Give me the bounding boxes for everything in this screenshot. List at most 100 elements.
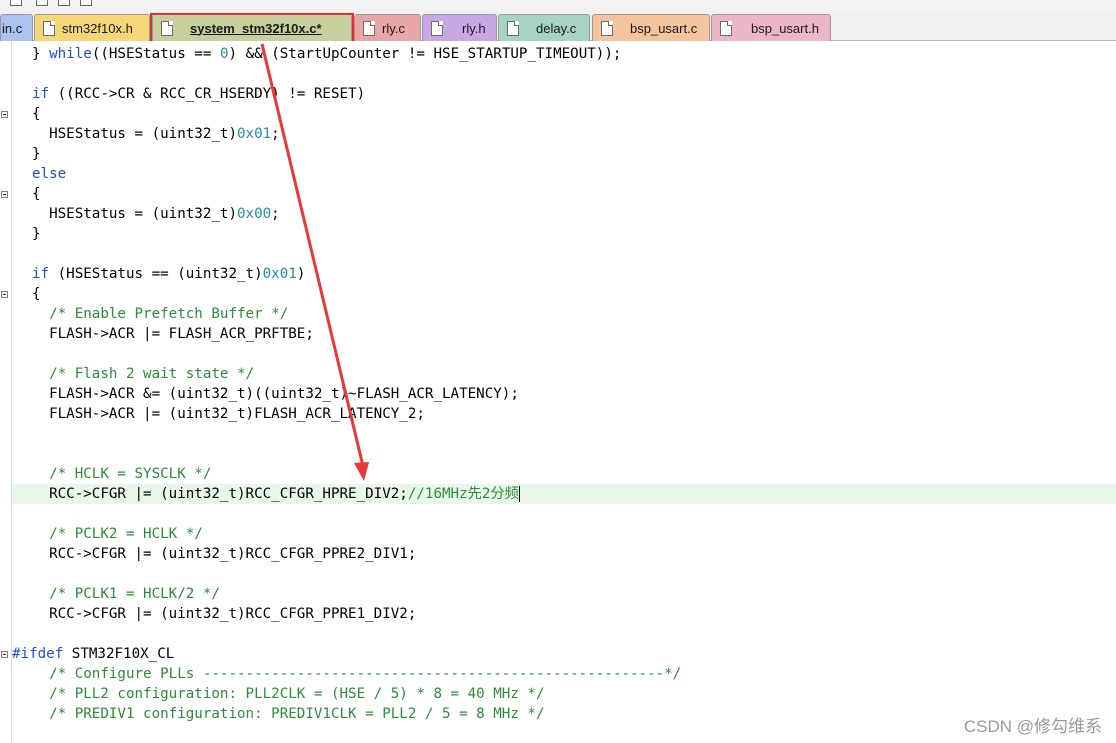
file-icon [431,20,443,36]
code-line[interactable]: /* Configure PLLs ----------------------… [12,664,1116,684]
toolbar-image-icon[interactable] [80,0,92,6]
code-token: FLASH->ACR |= FLASH_ACR_PRFTBE; [32,326,314,342]
code-line[interactable]: HSEStatus = (uint32_t)0x01; [12,124,1116,144]
code-line[interactable] [12,64,1116,84]
comment-token: /* PCLK2 = HCLK */ [49,526,203,542]
tab-bsp-usart-h[interactable]: bsp_usart.h [711,14,831,41]
code-token: { [32,186,41,202]
code-line[interactable]: RCC->CFGR |= (uint32_t)RCC_CFGR_PPRE2_DI… [12,544,1116,564]
toolbar-download-icon[interactable] [36,0,48,6]
code-line[interactable]: #ifdef STM32F10X_CL [12,644,1116,664]
file-icon [43,20,55,36]
code-line[interactable]: FLASH->ACR |= (uint32_t)FLASH_ACR_LATENC… [12,404,1116,424]
toolbar-tool-icon[interactable] [58,0,70,6]
number-token: 0x01 [237,126,272,142]
fold-toggle[interactable] [1,111,8,118]
code-token: RCC->CFGR |= (uint32_t)RCC_CFGR_PPRE2_DI… [32,546,417,562]
code-line[interactable]: FLASH->ACR &= (uint32_t)((uint32_t)~FLAS… [12,384,1116,404]
fold-toggle[interactable] [1,191,8,198]
code-token: ) [296,266,306,282]
code-token: (HSEStatus == (uint32_t) [49,266,263,282]
code-line[interactable]: /* PCLK2 = HCLK */ [12,524,1116,544]
tab-rly-c[interactable]: rly.c [354,14,421,41]
text-caret [518,486,520,502]
code-token: ((RCC->CR & RCC_CR_HSERDY) != RESET) [49,86,366,102]
fold-toggle[interactable] [1,651,8,658]
code-line[interactable]: if ((RCC->CR & RCC_CR_HSERDY) != RESET) [12,84,1116,104]
code-token: } [32,146,41,162]
code-line[interactable]: /* Enable Prefetch Buffer */ [12,304,1116,324]
code-editor[interactable]: } while((HSEStatus == 0) && (StartUpCoun… [0,41,1116,743]
file-icon [161,20,173,36]
keyword-token: while [49,46,92,62]
comment-token: /* HCLK = SYSCLK */ [49,466,212,482]
keyword-token: if [32,86,50,102]
code-line[interactable]: } [12,144,1116,164]
code-line[interactable] [12,624,1116,644]
tab-delay-c[interactable]: delay.c [498,14,590,41]
tab-bar: in.c stm32f10x.h system_stm32f10x.c* rly… [0,11,1116,41]
code-line[interactable]: /* PCLK1 = HCLK/2 */ [12,584,1116,604]
toolbar-icon[interactable] [10,0,22,6]
code-token: { [32,286,41,302]
file-icon [601,20,613,36]
code-line[interactable]: } while((HSEStatus == 0) && (StartUpCoun… [12,44,1116,64]
code-line[interactable] [12,444,1116,464]
comment-token: /* Enable Prefetch Buffer */ [49,306,289,322]
fold-toggle[interactable] [1,291,8,298]
code-line[interactable] [12,504,1116,524]
code-line[interactable]: /* PLL2 configuration: PLL2CLK = (HSE / … [12,684,1116,704]
code-token: { [32,106,41,122]
code-line[interactable]: } [12,224,1116,244]
code-line[interactable]: { [12,184,1116,204]
code-line[interactable]: HSEStatus = (uint32_t)0x00; [12,204,1116,224]
fold-gutter [0,41,12,743]
keyword-token: if [32,266,50,282]
tab-stm32f10x-h[interactable]: stm32f10x.h [34,14,150,41]
code-line[interactable]: /* HCLK = SYSCLK */ [12,464,1116,484]
code-line[interactable]: else [12,164,1116,184]
toolbar [0,0,1116,11]
code-line[interactable]: { [12,104,1116,124]
tab-system-stm32f10x-c[interactable]: system_stm32f10x.c* [152,14,352,41]
comment-token: //16MHz先2分频 [407,486,519,502]
file-icon [507,20,519,36]
number-token: 0x01 [262,266,297,282]
tab-rly-h[interactable]: rly.h [422,14,497,41]
code-token: HSEStatus = (uint32_t) [32,126,237,142]
code-token: RCC->CFGR |= (uint32_t)RCC_CFGR_HPRE_DIV… [32,486,408,502]
code-line[interactable]: RCC->CFGR |= (uint32_t)RCC_CFGR_PPRE1_DI… [12,604,1116,624]
number-token: 0x00 [237,206,272,222]
tab-bsp-usart-c[interactable]: bsp_usart.c [592,14,710,41]
code-line[interactable]: RCC->CFGR |= (uint32_t)RCC_CFGR_HPRE_DIV… [12,484,1116,504]
tab-main-c[interactable]: in.c [0,14,33,41]
code-line[interactable]: { [12,284,1116,304]
comment-token: /* PLL2 configuration: PLL2CLK = (HSE / … [49,686,545,702]
comment-token: /* Configure PLLs ----------------------… [49,666,682,682]
code-line[interactable] [12,244,1116,264]
file-icon [720,20,732,36]
code-token: ; [271,126,280,142]
code-token: ) && (StartUpCounter != HSE_STARTUP_TIME… [228,46,622,62]
code-token: } [32,46,50,62]
code-line[interactable] [12,424,1116,444]
code-line[interactable]: /* PREDIV1 configuration: PREDIV1CLK = P… [12,704,1116,724]
code-token: } [32,226,41,242]
comment-token: /* PREDIV1 configuration: PREDIV1CLK = P… [49,706,545,722]
code-line[interactable]: FLASH->ACR |= FLASH_ACR_PRFTBE; [12,324,1116,344]
code-token: FLASH->ACR &= (uint32_t)((uint32_t)~FLAS… [32,386,519,402]
keyword-token: else [32,166,67,182]
code-token: HSEStatus = (uint32_t) [32,206,237,222]
code-line[interactable] [12,564,1116,584]
code-line[interactable] [12,344,1116,364]
code-line[interactable]: if (HSEStatus == (uint32_t)0x01) [12,264,1116,284]
code-line[interactable]: /* Flash 2 wait state */ [12,364,1116,384]
